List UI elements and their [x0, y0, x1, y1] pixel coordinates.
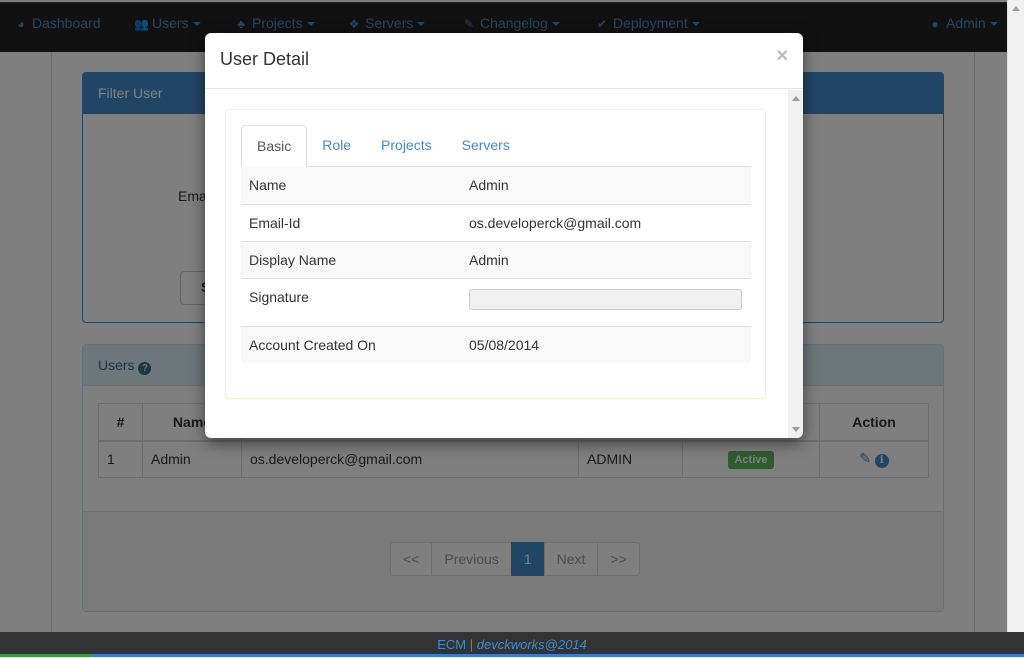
- tab-role[interactable]: Role: [307, 125, 366, 167]
- scroll-up-arrow-icon[interactable]: [792, 96, 800, 101]
- detail-key: Display Name: [241, 240, 461, 278]
- detail-row-name: Name Admin: [241, 167, 751, 204]
- detail-panel: Basic Role Projects Servers Name Admin E…: [225, 109, 766, 399]
- detail-key: Name: [241, 167, 461, 204]
- detail-value: Admin: [461, 240, 751, 278]
- detail-key: Account Created On: [241, 325, 461, 363]
- scroll-down-arrow-icon[interactable]: [792, 427, 800, 432]
- tab-projects[interactable]: Projects: [366, 125, 447, 167]
- modal-title: User Detail: [220, 49, 310, 69]
- footer: ECM | devckworks@2014: [0, 632, 1024, 654]
- scroll-up-arrow-icon[interactable]: [1012, 6, 1020, 11]
- signature-field[interactable]: [469, 288, 742, 310]
- detail-table: Name Admin Email-Id os.developerck@gmail…: [241, 167, 751, 363]
- detail-row-email: Email-Id os.developerck@gmail.com: [241, 203, 751, 241]
- detail-row-display-name: Display Name Admin: [241, 240, 751, 278]
- detail-key: Email-Id: [241, 203, 461, 241]
- tab-basic[interactable]: Basic: [241, 125, 308, 168]
- detail-value: [461, 277, 751, 326]
- detail-tabs: Basic Role Projects Servers: [241, 125, 751, 168]
- modal-header: User Detail ×: [205, 33, 803, 89]
- detail-value: 05/08/2014: [461, 325, 751, 363]
- detail-key: Signature: [241, 277, 461, 326]
- detail-row-signature: Signature: [241, 277, 751, 326]
- footer-brand: ECM: [437, 637, 467, 652]
- modal-body: Basic Role Projects Servers Name Admin E…: [205, 90, 803, 438]
- footer-separator: |: [466, 637, 477, 652]
- close-icon[interactable]: ×: [776, 45, 788, 68]
- modal-scrollbar[interactable]: [788, 90, 803, 438]
- tab-servers[interactable]: Servers: [447, 125, 525, 167]
- page: ◕Dashboard 👥Users ♣Projects ❖Servers ✎Ch…: [0, 0, 1007, 657]
- footer-credit: devckworks@2014: [476, 637, 587, 652]
- user-detail-modal: User Detail × Basic Role Projects Server…: [205, 33, 803, 438]
- page-scrollbar[interactable]: [1007, 0, 1024, 657]
- detail-row-created: Account Created On 05/08/2014: [241, 325, 751, 363]
- detail-value: os.developerck@gmail.com: [461, 203, 751, 241]
- detail-value: Admin: [461, 167, 751, 204]
